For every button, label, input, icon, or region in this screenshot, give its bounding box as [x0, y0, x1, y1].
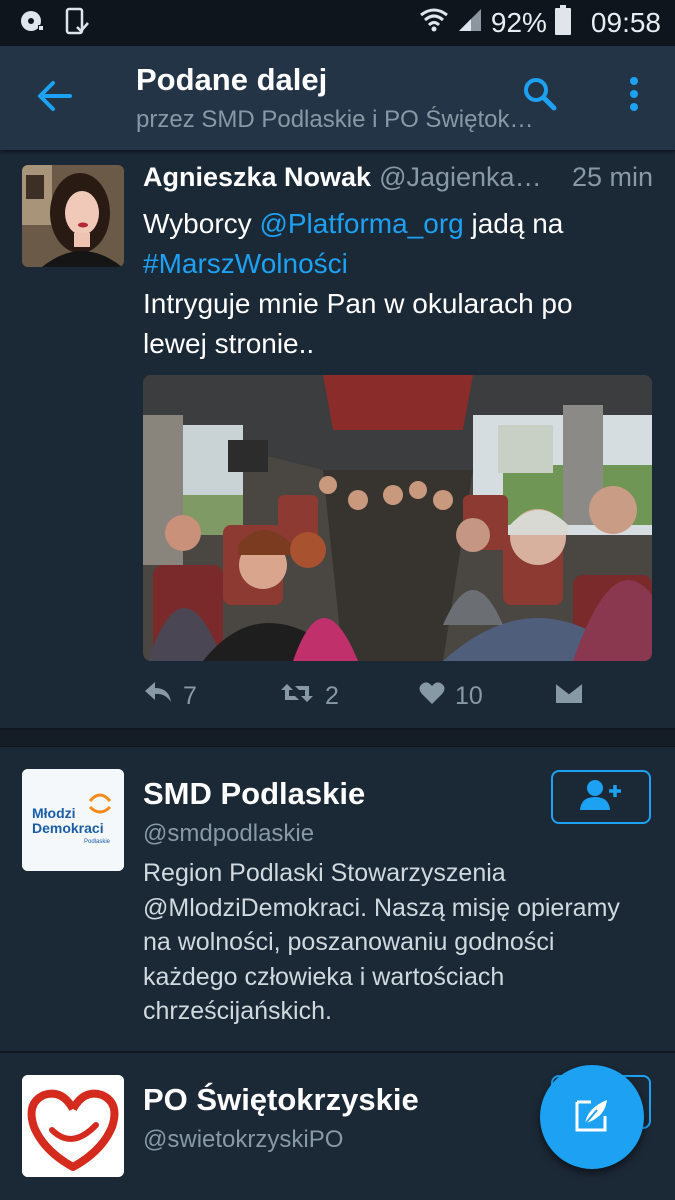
user-name[interactable]: PO Świętokrzyskie — [143, 1082, 419, 1118]
logo-text: Demokraci — [32, 820, 104, 836]
add-user-icon — [577, 779, 625, 816]
search-button[interactable] — [518, 74, 562, 118]
reply-count: 7 — [183, 681, 197, 710]
mention-link[interactable]: @Platforma_org — [259, 208, 463, 239]
compose-tweet-button[interactable] — [540, 1065, 644, 1169]
direct-message-icon — [555, 681, 583, 712]
back-button[interactable] — [28, 74, 80, 122]
retweet-icon — [279, 680, 315, 713]
status-bar: 92% 09:58 — [0, 0, 675, 46]
tweet-header: Agnieszka Nowak @Jagienka1… 25 min — [143, 162, 653, 198]
tweet-author-name[interactable]: Agnieszka Nowak — [143, 162, 371, 193]
page-title: Podane dalej — [136, 62, 328, 97]
tweet-text: Wyborcy @Platforma_org jadą na #MarszWol… — [143, 204, 643, 364]
section-divider — [0, 730, 675, 747]
reply-button[interactable]: 7 — [143, 676, 197, 716]
tweet-author-handle[interactable]: @Jagienka1… — [379, 162, 544, 193]
disk-icon — [18, 7, 46, 40]
user-handle[interactable]: @smdpodlaskie — [143, 820, 314, 848]
search-icon — [522, 76, 558, 117]
direct-message-button[interactable] — [555, 676, 583, 716]
app-bar: Podane dalej przez SMD Podlaskie i PO Św… — [0, 46, 675, 150]
tweet-actions: 7 2 10 — [143, 676, 653, 716]
user-avatar[interactable] — [22, 1075, 124, 1177]
more-options-button[interactable] — [614, 74, 654, 118]
user-bio: Region Podlaski Stowarzyszenia @MlodziDe… — [143, 859, 620, 1025]
like-count: 10 — [455, 681, 483, 710]
tweet-author-avatar[interactable] — [22, 165, 124, 267]
hashtag-link[interactable]: #MarszWolności — [143, 248, 348, 279]
signal-icon — [457, 7, 483, 40]
tweet-timestamp: 25 min — [571, 162, 653, 192]
follow-button[interactable] — [551, 770, 651, 824]
like-button[interactable]: 10 — [419, 676, 483, 716]
retweet-count: 2 — [325, 681, 339, 710]
user-handle[interactable]: @swietokrzyskiPO — [143, 1126, 343, 1154]
phone-check-icon — [64, 7, 90, 40]
more-vertical-icon — [629, 76, 639, 116]
tweet-text-part: Wyborcy — [143, 208, 260, 239]
user-name[interactable]: SMD Podlaskie — [143, 776, 365, 812]
battery-icon — [554, 4, 571, 42]
tweet-photo[interactable] — [143, 375, 652, 661]
user-avatar[interactable]: Młodzi Demokraci Podlaskie — [22, 769, 124, 871]
compose-quill-icon — [571, 1094, 613, 1141]
page-subtitle: przez SMD Podlaskie i PO Świętokrzyskie — [136, 106, 536, 133]
tweet-text-part: jadą na — [463, 208, 564, 239]
clock: 09:58 — [590, 7, 661, 38]
back-arrow-icon — [36, 80, 72, 117]
retweet-button[interactable]: 2 — [279, 676, 339, 716]
wifi-icon — [419, 7, 449, 40]
logo-text: Podlaskie — [84, 839, 111, 845]
reply-icon — [143, 680, 173, 713]
heart-icon — [419, 681, 445, 712]
logo-text: Młodzi — [32, 805, 76, 821]
tweet-text-part: Intryguje mnie Pan w okularach po lewej … — [143, 288, 573, 359]
battery-percent: 92% — [490, 7, 547, 38]
